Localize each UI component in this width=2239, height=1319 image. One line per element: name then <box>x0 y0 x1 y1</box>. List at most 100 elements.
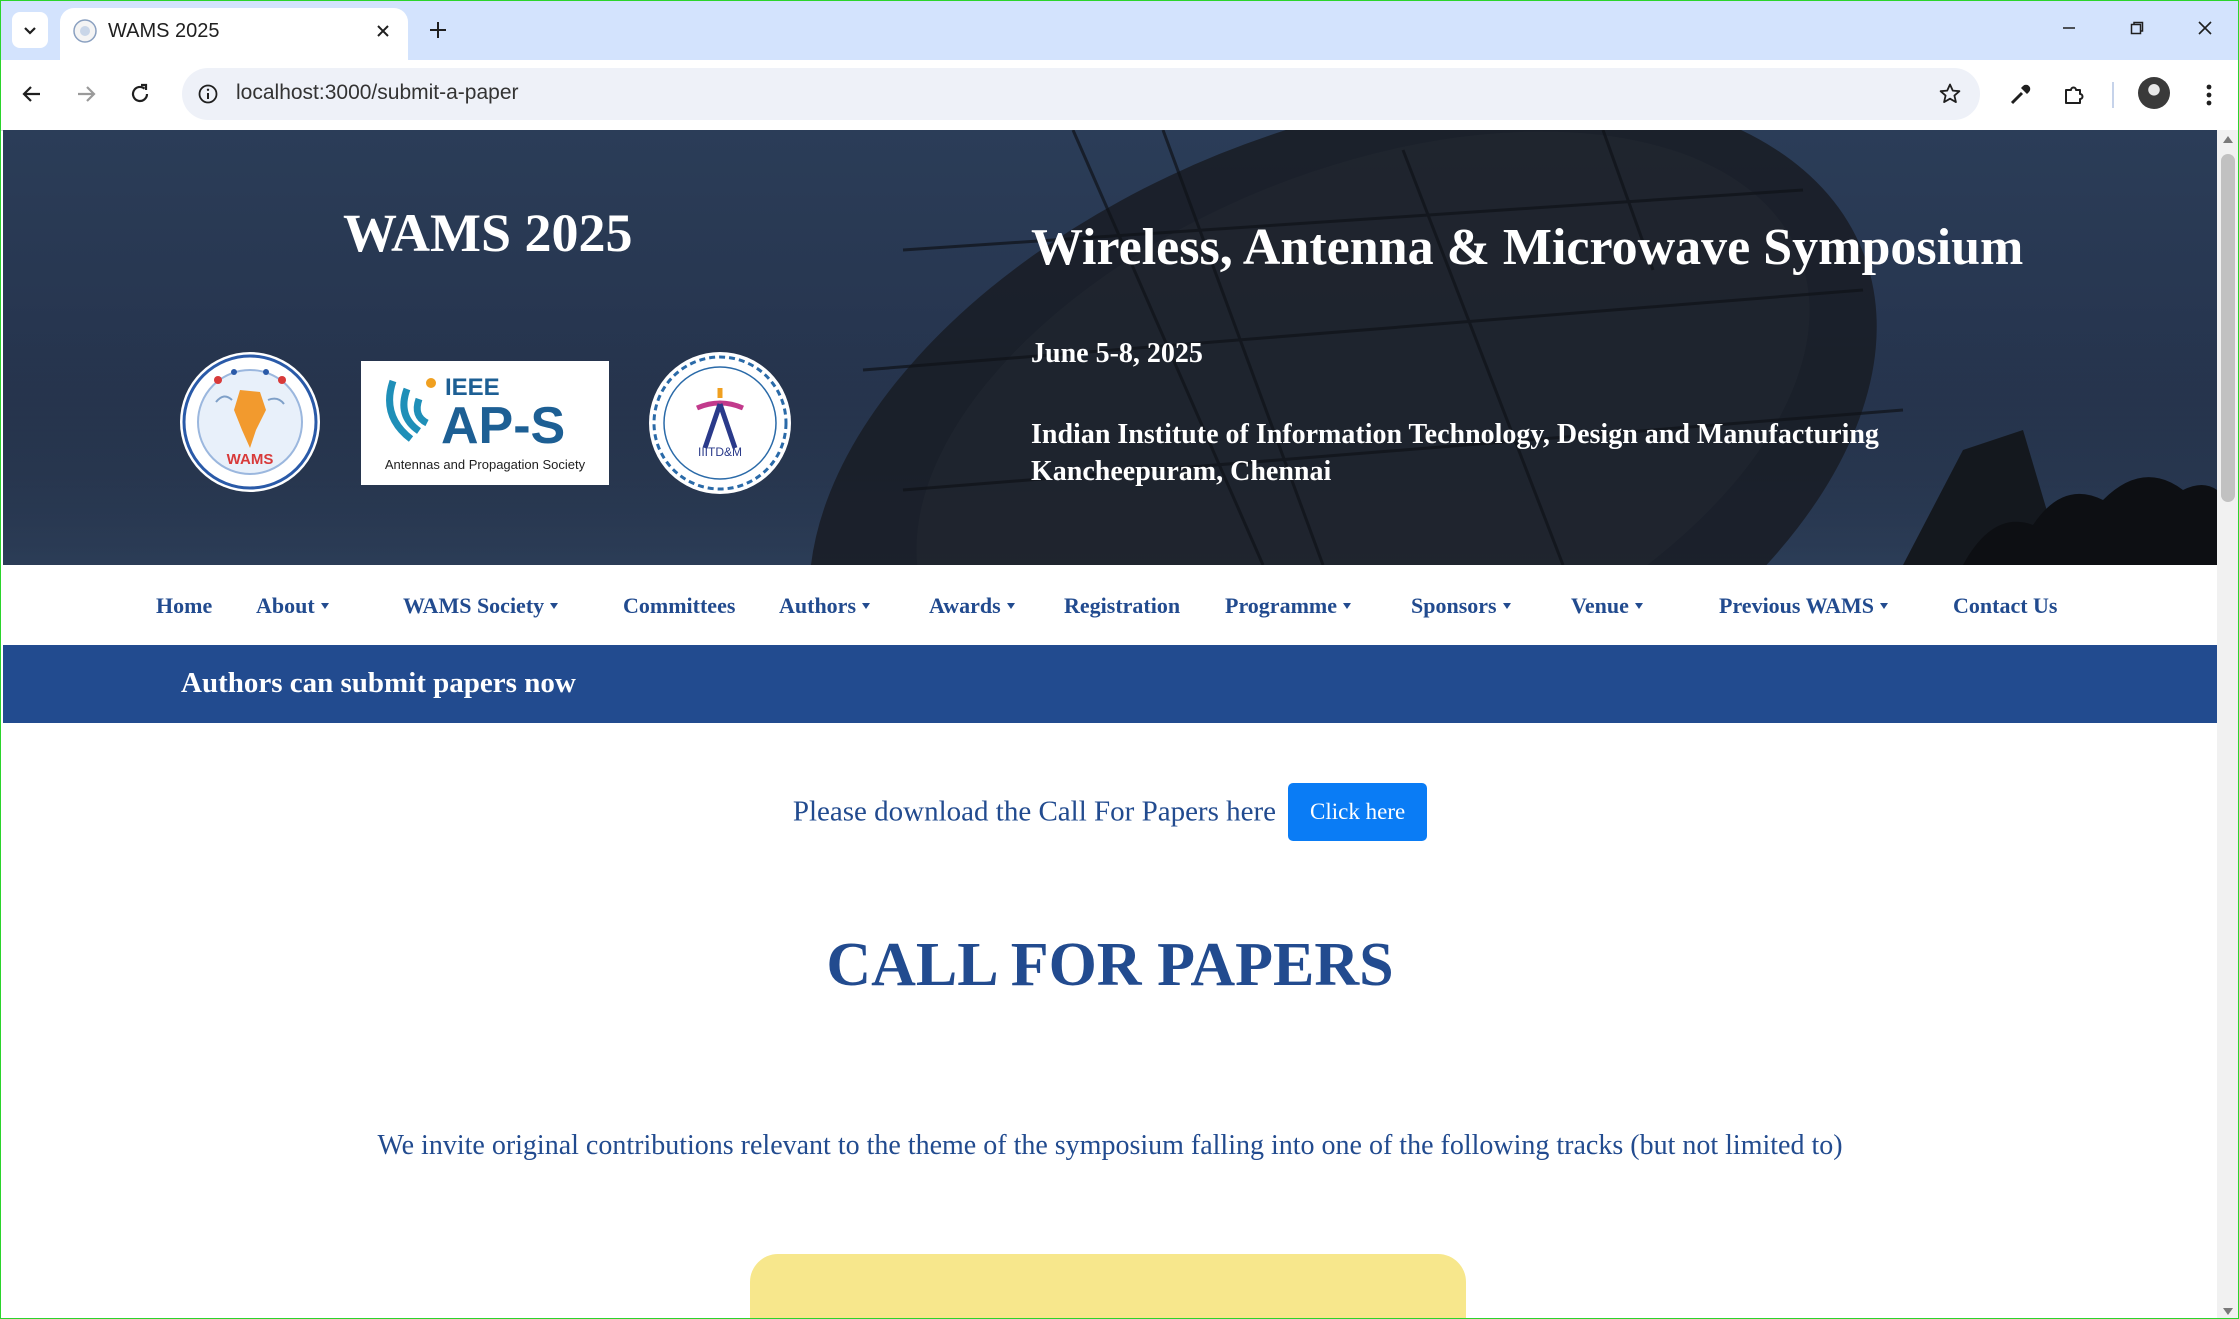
caret-down-icon <box>320 602 329 609</box>
eyedropper-button[interactable] <box>2001 76 2039 114</box>
download-cfp-button[interactable]: Click here <box>1288 783 1428 841</box>
new-tab-button[interactable] <box>422 14 454 46</box>
caret-down-icon <box>1006 602 1015 609</box>
iiitdm-emblem-icon: IIITD&M <box>652 355 788 491</box>
nav-home-label: Home <box>156 593 213 618</box>
symposium-title: Wireless, Antenna & Microwave Symposium <box>1031 219 2024 276</box>
nav-committees[interactable]: Committees <box>623 593 735 619</box>
reload-icon <box>131 83 149 103</box>
nav-authors-label: Authors <box>779 593 857 618</box>
invite-text: We invite original contributions relevan… <box>377 1130 1843 1161</box>
hero-short-title: WAMS 2025 <box>343 203 633 263</box>
nav-awards-label: Awards <box>929 593 1001 618</box>
site-info-button[interactable] <box>192 78 224 110</box>
hero-header: WAMS 2025 WAMS IEEE AP-S Antennas and Pr… <box>3 130 2217 565</box>
nav-registration[interactable]: Registration <box>1064 593 1180 619</box>
aps-subtitle: Antennas and Propagation Society <box>385 457 586 472</box>
aps-text: AP-S <box>441 397 565 455</box>
nav-contact-us-label: Contact Us <box>1953 593 2058 618</box>
caret-down-icon <box>550 602 559 609</box>
minimize-button[interactable] <box>2044 10 2094 46</box>
tab-close-button[interactable] <box>368 16 398 46</box>
announcement-banner: Authors can submit papers now <box>3 645 2217 723</box>
nav-venue-label: Venue <box>1571 593 1629 618</box>
restore-button[interactable] <box>2112 10 2162 46</box>
institute-name: Indian Institute of Information Technolo… <box>1031 416 1879 490</box>
nav-registration-label: Registration <box>1064 593 1181 618</box>
caret-down-icon <box>1880 602 1889 609</box>
page-scrollbar[interactable] <box>2217 130 2239 1319</box>
institute-line-1: Indian Institute of Information Technolo… <box>1031 419 1879 450</box>
profile-avatar[interactable] <box>2138 77 2170 109</box>
nav-awards[interactable]: Awards <box>929 593 1015 619</box>
nav-previous-wams[interactable]: Previous WAMS <box>1719 593 1889 619</box>
page-viewport: WAMS 2025 WAMS IEEE AP-S Antennas and Pr… <box>3 130 2217 1319</box>
nav-about[interactable]: About <box>256 593 329 619</box>
close-icon <box>2198 21 2212 35</box>
wams-favicon-icon <box>73 19 97 43</box>
announcement-text: Authors can submit papers now <box>181 667 576 699</box>
nav-sponsors-label: Sponsors <box>1411 593 1497 618</box>
wams-emblem-icon: WAMS <box>182 354 318 490</box>
nav-home[interactable]: Home <box>156 593 212 619</box>
back-button[interactable] <box>14 76 50 112</box>
iiitdm-text: IIITD&M <box>698 445 742 459</box>
info-icon <box>198 84 218 104</box>
chevron-down-icon <box>24 27 36 35</box>
institute-line-2: Kancheepuram, Chennai <box>1031 456 1332 487</box>
ieee-aps-emblem-icon: IEEE AP-S Antennas and Propagation Socie… <box>385 374 586 472</box>
toolbar-divider <box>2112 82 2114 108</box>
nav-previous-wams-label: Previous WAMS <box>1719 593 1875 618</box>
wams-logo: WAMS <box>180 352 320 492</box>
iiitdm-logo: IIITD&M <box>649 352 791 494</box>
window-close-button[interactable] <box>2180 10 2230 46</box>
caret-down-icon <box>1343 602 1351 609</box>
browser-toolbar: localhost:3000/submit-a-paper <box>0 60 2239 131</box>
caret-down-icon <box>1502 602 1511 609</box>
reload-button[interactable] <box>122 76 158 112</box>
scroll-thumb[interactable] <box>2221 154 2235 502</box>
extensions-button[interactable] <box>2055 76 2093 114</box>
ieee-aps-logo: IEEE AP-S Antennas and Propagation Socie… <box>361 361 609 485</box>
nav-programme[interactable]: Programme <box>1225 593 1351 619</box>
caret-down-icon <box>862 602 871 609</box>
nav-wams-society[interactable]: WAMS Society <box>403 593 559 619</box>
wams-logo-text: WAMS <box>227 451 274 468</box>
nav-programme-label: Programme <box>1225 593 1337 618</box>
eyedropper-icon <box>2010 84 2031 105</box>
nav-sponsors[interactable]: Sponsors <box>1411 593 1511 619</box>
nav-committees-label: Committees <box>623 593 736 618</box>
tab-search-button[interactable] <box>12 12 48 48</box>
star-icon <box>1939 83 1961 103</box>
address-bar[interactable]: localhost:3000/submit-a-paper <box>182 68 1980 120</box>
tab-strip: WAMS 2025 <box>0 0 2239 60</box>
restore-icon <box>2130 21 2144 35</box>
more-vertical-icon <box>2206 84 2212 106</box>
nav-venue[interactable]: Venue <box>1571 593 1643 619</box>
nav-about-label: About <box>256 593 315 618</box>
main-navigation: Home About WAMS Society Committees Autho… <box>3 565 2217 645</box>
forward-button[interactable] <box>68 76 104 112</box>
url-text: localhost:3000/submit-a-paper <box>236 81 519 104</box>
arrow-right-icon <box>78 86 96 102</box>
scroll-down-arrow-icon[interactable] <box>2223 1308 2233 1315</box>
plus-icon <box>430 22 446 38</box>
puzzle-icon <box>2065 86 2084 104</box>
caret-down-icon <box>1634 602 1643 609</box>
tracks-card <box>750 1254 1466 1319</box>
arrow-left-icon <box>22 86 40 102</box>
menu-button[interactable] <box>2190 76 2228 114</box>
nav-wams-society-label: WAMS Society <box>403 593 545 618</box>
nav-contact-us[interactable]: Contact Us <box>1953 593 2058 619</box>
nav-authors[interactable]: Authors <box>779 593 871 619</box>
scroll-up-arrow-icon[interactable] <box>2223 136 2233 143</box>
bookmark-button[interactable] <box>1934 78 1966 110</box>
download-text: Please download the Call For Papers here <box>792 795 1277 828</box>
tab-title: WAMS 2025 <box>108 20 220 42</box>
page-heading: CALL FOR PAPERS <box>826 931 1394 999</box>
minimize-icon <box>2063 27 2075 29</box>
download-row: Please download the Call For Papers here… <box>3 783 2217 841</box>
browser-tab[interactable]: WAMS 2025 <box>60 8 408 60</box>
symposium-date: June 5-8, 2025 <box>1031 338 1203 369</box>
close-icon <box>377 25 389 37</box>
